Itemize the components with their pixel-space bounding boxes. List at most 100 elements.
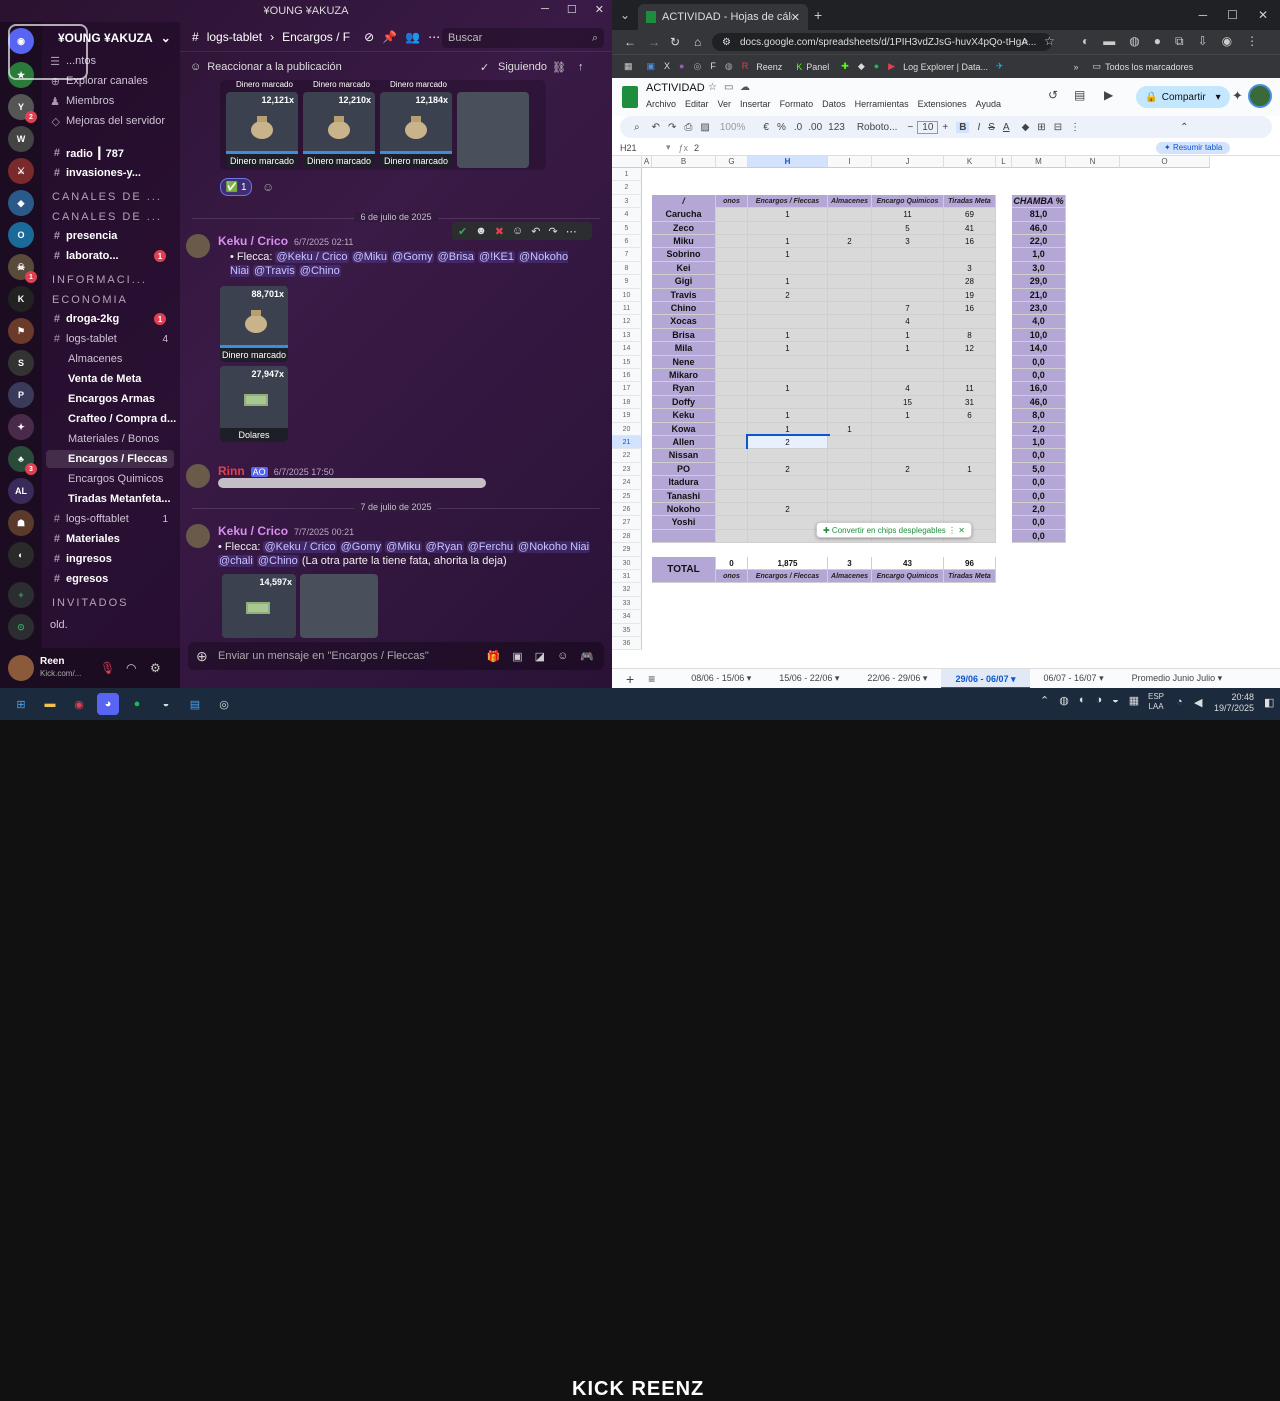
app-icon[interactable]: ▤ <box>184 693 206 715</box>
table-cell-name[interactable]: Xocas <box>652 315 716 329</box>
close-icon[interactable]: ✕ <box>595 3 604 16</box>
column-header[interactable]: O <box>1120 156 1210 168</box>
channel-item[interactable]: ⊕ Explorar canales <box>42 72 180 90</box>
table-cell[interactable] <box>944 489 996 503</box>
channel-item[interactable]: # Materiales <box>42 530 180 548</box>
table-cell[interactable] <box>828 462 872 477</box>
table-cell[interactable] <box>716 449 748 463</box>
table-cell-chamba[interactable]: 4,0 <box>1012 315 1066 329</box>
column-header[interactable]: N <box>1066 156 1120 168</box>
table-cell[interactable] <box>716 221 748 235</box>
table-cell[interactable] <box>748 261 828 276</box>
thread-item[interactable]: Materiales / Bonos <box>42 430 180 448</box>
sheet-list-icon[interactable]: ≡ <box>648 672 655 686</box>
summarize-table-button[interactable]: ✦ Resumir tabla <box>1156 142 1231 154</box>
user-mention[interactable]: @Travis <box>253 265 296 277</box>
total-cell[interactable]: 96 <box>944 556 996 570</box>
row-header[interactable]: 32 <box>612 583 642 597</box>
table-cell[interactable] <box>828 288 872 302</box>
table-cell[interactable] <box>716 422 748 436</box>
category-header[interactable]: CANALES DE ... <box>42 188 180 206</box>
column-header[interactable]: L <box>996 156 1012 168</box>
print-icon[interactable]: ⎙ <box>684 122 692 133</box>
table-cell[interactable] <box>716 409 748 423</box>
start-icon[interactable]: ⊞ <box>10 693 32 715</box>
server-icon[interactable]: ☗ <box>8 510 34 536</box>
table-cell[interactable] <box>716 208 748 222</box>
document-title[interactable]: ACTIVIDAD <box>646 82 705 94</box>
table-cell[interactable] <box>828 436 872 450</box>
tab-search-icon[interactable]: ⌄ <box>620 8 630 22</box>
column-header[interactable]: G <box>716 156 748 168</box>
table-cell[interactable] <box>716 395 748 410</box>
menu-icon[interactable]: ⋮ <box>1246 34 1258 49</box>
all-bookmarks-button[interactable]: Todos los marcadores <box>1105 62 1193 72</box>
footer-label-cell[interactable]: Almacenes <box>828 570 872 584</box>
server-icon[interactable]: ◐ <box>8 542 34 568</box>
borders-icon[interactable]: ⊞ <box>1037 122 1045 133</box>
table-cell-name[interactable]: Nissan <box>652 449 716 463</box>
discover-icon[interactable]: ⊙ <box>8 614 34 640</box>
table-cell[interactable] <box>748 395 828 410</box>
table-cell-name[interactable]: Yoshi <box>652 516 716 530</box>
share-button[interactable]: 🔒 Compartir ▾ <box>1136 86 1230 108</box>
footer-label-cell[interactable]: Tiradas Meta <box>944 570 996 584</box>
mic-muted-icon[interactable]: 🎙 <box>100 661 115 675</box>
table-cell[interactable] <box>944 369 996 383</box>
server-icon[interactable]: ♣ 3 <box>8 446 37 475</box>
table-cell[interactable]: 19 <box>944 288 996 302</box>
table-header-cell[interactable]: Encargo Quimicos <box>872 194 944 209</box>
sheet-tab[interactable]: Promedio Junio Julio ▾ <box>1118 673 1237 684</box>
close-icon[interactable]: ✕ <box>791 11 800 24</box>
table-cell[interactable]: 41 <box>944 221 996 235</box>
table-cell-name[interactable]: Keku <box>652 409 716 423</box>
table-cell[interactable] <box>748 489 828 503</box>
add-reaction-icon[interactable]: ☺ <box>512 225 523 237</box>
table-cell[interactable]: 4 <box>872 382 944 396</box>
table-cell[interactable] <box>828 248 872 262</box>
undo-icon[interactable]: ↶ <box>652 122 660 133</box>
table-cell-chamba[interactable]: 29,0 <box>1012 275 1066 289</box>
table-cell[interactable] <box>716 355 748 369</box>
user-mention[interactable]: @Miku <box>351 251 388 263</box>
avatar[interactable] <box>186 234 210 258</box>
star-icon[interactable]: ☆ <box>708 82 717 93</box>
table-cell-name[interactable]: Chino <box>652 302 716 316</box>
search-input[interactable]: Buscar ⌕ <box>442 28 604 48</box>
user-mention[interactable]: @Gomy <box>391 251 434 263</box>
menu-item[interactable]: Extensiones <box>918 99 967 109</box>
sticker-icon[interactable]: ◪ <box>535 650 545 663</box>
table-cell[interactable] <box>872 248 944 262</box>
table-cell[interactable] <box>828 476 872 490</box>
server-icon[interactable]: S <box>8 350 34 376</box>
row-header[interactable]: 9 <box>612 275 642 289</box>
bookmark-item[interactable]: Log Explorer | Data... <box>903 62 988 72</box>
table-cell[interactable] <box>748 476 828 490</box>
table-cell[interactable]: 3 <box>872 235 944 249</box>
breadcrumb-parent[interactable]: logs-tablet <box>207 30 262 44</box>
text-color-icon[interactable]: A <box>1003 122 1010 133</box>
add-server-icon[interactable]: + <box>8 582 34 608</box>
apps-icon[interactable]: ▦ <box>624 61 633 72</box>
column-header[interactable]: M <box>1012 156 1066 168</box>
language-indicator[interactable]: ESP LAA <box>1148 692 1164 712</box>
table-cell[interactable]: 1 <box>872 342 944 356</box>
row-header[interactable]: 34 <box>612 610 642 624</box>
channel-item[interactable]: ♟ Miembros <box>42 92 180 110</box>
arrow-up-icon[interactable]: ↑ <box>578 61 584 73</box>
server-icon[interactable]: ☠ 1 <box>8 254 37 283</box>
table-cell[interactable] <box>716 476 748 490</box>
chevron-up-icon[interactable]: ⌃ <box>1040 694 1049 707</box>
table-cell-name[interactable]: Travis <box>652 288 716 302</box>
server-icon[interactable]: ⚑ <box>8 318 34 344</box>
check-emoji-icon[interactable]: ✔ <box>458 225 467 238</box>
table-cell-name[interactable]: Tanashi <box>652 489 716 503</box>
table-cell[interactable]: 6 <box>944 409 996 423</box>
table-cell[interactable]: 4 <box>872 315 944 329</box>
table-cell[interactable] <box>716 342 748 356</box>
table-cell[interactable]: 1 <box>748 208 828 222</box>
table-cell[interactable] <box>828 449 872 463</box>
avatar[interactable] <box>186 524 210 548</box>
gear-icon[interactable]: ⚙ <box>150 661 161 675</box>
move-icon[interactable]: ▭ <box>724 82 733 93</box>
